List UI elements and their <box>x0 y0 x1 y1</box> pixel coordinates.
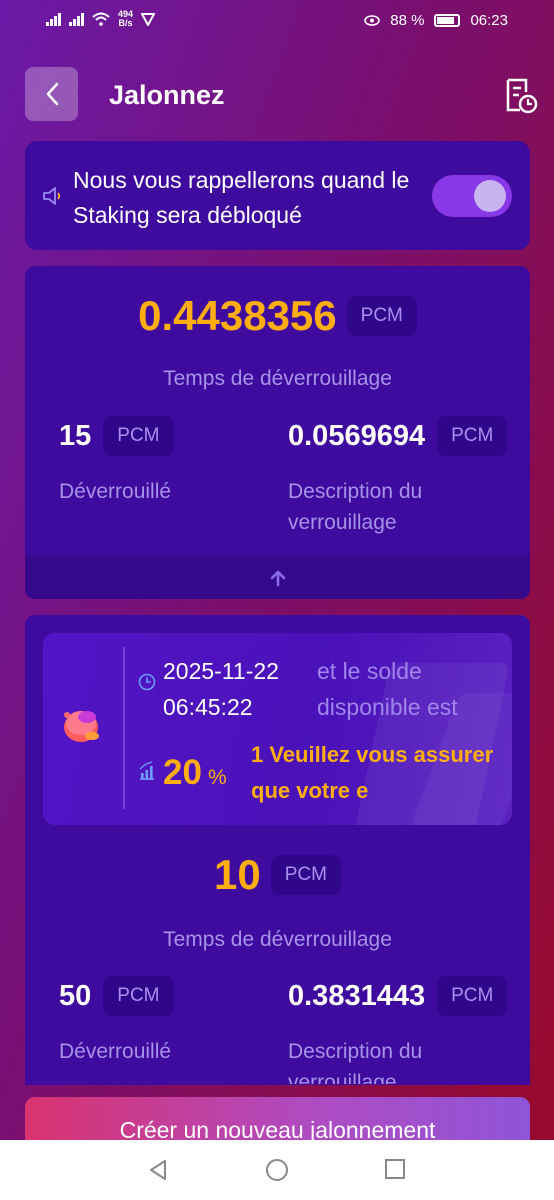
document-clock-icon <box>506 78 538 114</box>
entry-unlocked-value: 50 <box>59 979 92 1012</box>
summary-locked-value: 0.0569694 <box>288 419 426 452</box>
coins-icon <box>64 711 99 742</box>
stake-rate-value: 20 <box>163 753 202 792</box>
signal-icon <box>69 12 84 26</box>
chevron-left-icon <box>46 82 58 106</box>
clock: 06:23 <box>470 12 508 29</box>
page-title: Jalonnez <box>109 80 225 110</box>
summary-amount-row: 0.4438356 PCM <box>25 292 530 340</box>
stake-entry-card: 2025-11-22 06:45:22 et le solde disponib… <box>25 615 530 1085</box>
entry-locked-label: Description du verrouillage <box>288 1040 423 1084</box>
stake-rate: 20 % <box>163 753 227 793</box>
summary-unlocked-value: 15 <box>59 419 92 452</box>
panel-divider <box>123 647 125 809</box>
summary-caption: Temps de déverrouillage <box>163 367 392 390</box>
battery-icon <box>434 14 461 27</box>
nav-recents-icon[interactable] <box>384 1158 406 1180</box>
summary-amount: 0.4438356 <box>138 292 337 339</box>
net-speed: 494 B/s <box>118 9 134 28</box>
system-nav-bar <box>0 1140 554 1200</box>
summary-unit-badge: PCM <box>346 296 417 336</box>
status-right: 88 % 06:23 <box>364 12 508 29</box>
summary-locked: 0.0569694 PCM <box>288 416 508 456</box>
summary-unlocked-label: Déverrouillé <box>59 480 172 503</box>
wifi-icon <box>92 12 110 26</box>
entry-amount: 10 <box>214 851 261 898</box>
arrow-up-icon <box>270 570 285 586</box>
battery-percent: 88 % <box>390 12 425 29</box>
eye-icon <box>364 15 381 26</box>
vpn-icon <box>141 12 156 26</box>
summary-locked-label: Description du verrouillage <box>288 480 423 534</box>
entry-unlocked-label: Déverrouillé <box>59 1040 172 1063</box>
stake-rate-unit: % <box>207 766 227 789</box>
stake-note: et le solde disponible est <box>317 658 458 720</box>
summary-unlocked-unit: PCM <box>103 416 174 456</box>
entry-caption: Temps de déverrouillage <box>163 928 392 951</box>
speaker-icon <box>43 187 61 205</box>
status-bar: 494 B/s 88 % 06:23 <box>0 0 554 44</box>
stake-time: 06:45:22 <box>163 694 253 720</box>
entry-amount-row: 10 PCM <box>25 851 530 899</box>
nav-back-icon[interactable] <box>146 1158 170 1182</box>
stake-datetime: 2025-11-22 06:45:22 <box>163 653 279 725</box>
signal-icon <box>46 12 61 26</box>
entry-unit-badge: PCM <box>270 855 341 895</box>
entry-locked-unit: PCM <box>437 976 508 1016</box>
status-left: 494 B/s <box>46 9 156 28</box>
back-button[interactable] <box>25 67 78 121</box>
nav-home-icon[interactable] <box>265 1158 289 1182</box>
clock-icon <box>138 673 156 691</box>
entry-locked-value: 0.3831443 <box>288 979 426 1012</box>
toggle-knob <box>474 180 506 212</box>
entry-locked: 0.3831443 PCM <box>288 976 508 1016</box>
summary-unlocked: 15 PCM <box>59 416 174 456</box>
reminder-card: Nous vous rappellerons quand le Staking … <box>25 141 530 250</box>
entry-unlocked: 50 PCM <box>59 976 174 1016</box>
collapse-toggle[interactable] <box>25 556 530 599</box>
chart-icon <box>139 761 154 780</box>
stake-info-panel: 2025-11-22 06:45:22 et le solde disponib… <box>43 633 512 825</box>
reminder-toggle[interactable] <box>432 175 512 217</box>
entry-unlocked-unit: PCM <box>103 976 174 1016</box>
summary-locked-unit: PCM <box>437 416 508 456</box>
reminder-text: Nous vous rappellerons quand le Staking … <box>73 167 410 228</box>
stake-summary-card: 0.4438356 PCM Temps de déverrouillage 15… <box>25 266 530 599</box>
stake-warning: 1 Veuillez vous assurer que votre e <box>251 742 494 803</box>
stake-date: 2025-11-22 <box>163 658 279 684</box>
history-button[interactable] <box>500 76 540 116</box>
